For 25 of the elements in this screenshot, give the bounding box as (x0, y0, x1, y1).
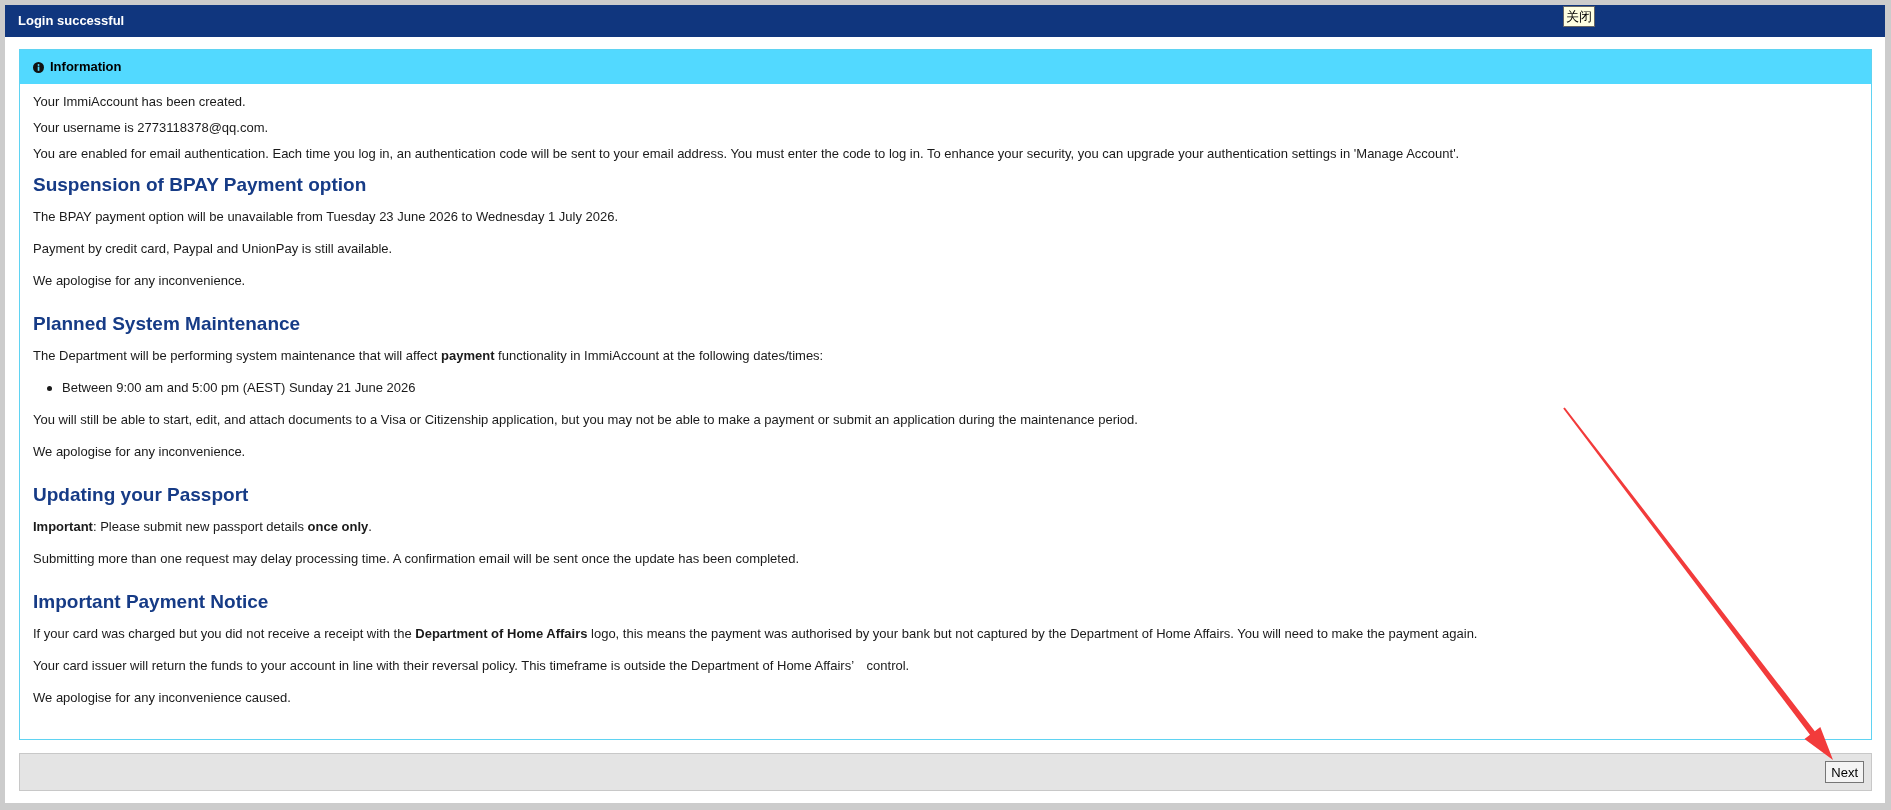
info-icon (33, 61, 44, 73)
paragraph: The Department will be performing system maintenance that will affect payment functionality in ImmiAccount at the following dates/times: (33, 347, 825, 365)
panel-title: Information (50, 58, 122, 77)
section-heading: Important Payment Notice (33, 590, 270, 614)
paragraph: Important: Please submit new passport details once only. (33, 518, 373, 536)
section-heading: Updating your Passport (33, 483, 250, 507)
paragraph: The BPAY payment option will be unavailable from Tuesday 23 June 2026 to Wednesday 1 July 2026. (33, 208, 620, 226)
paragraph: Submitting more than one request may delay processing time. A confirmation email will be sent once the update has been completed. (33, 550, 800, 568)
window-title: Login successful (18, 12, 125, 31)
section-heading: Planned System Maintenance (33, 312, 302, 336)
paragraph: If your card was charged but you did not receive a receipt with the Department of Home Affairs logo, this means the payment was authorised by your bank but not captured by the Department of Home Affairs. You will need to make the payment again. (33, 625, 1479, 643)
paragraph: We apologise for any inconvenience. (33, 443, 247, 461)
message-text: Your ImmiAccount has been created. (33, 93, 247, 111)
paragraph: Your card issuer will return the funds to your account in line with their reversal policy. This timeframe is outside the Department of Home Affairs’ control. (33, 657, 911, 675)
section-heading: Suspension of BPAY Payment option (33, 173, 368, 197)
message-text: Your username is 2773118378@qq.com. (33, 119, 270, 137)
paragraph: We apologise for any inconvenience. (33, 272, 247, 290)
paragraph: We apologise for any inconvenience caused. (33, 689, 292, 707)
message-text: You are enabled for email authentication. Each time you log in, an authentication code will be sent to your email address. You must enter the code to log in. To enhance your security, you can upgrade your authentication settings in 'Manage Account'. (33, 145, 1461, 163)
next-button[interactable]: Next (1825, 761, 1864, 783)
tooltip: 关闭 (1563, 6, 1595, 27)
paragraph: Payment by credit card, Paypal and UnionPay is still available. (33, 240, 394, 258)
bullet-icon (47, 385, 52, 391)
paragraph: You will still be able to start, edit, and attach documents to a Visa or Citizenship application, but you may not be able to make a payment or submit an application during the maintenance period. (33, 411, 1139, 429)
bullet-text: Between 9:00 am and 5:00 pm (AEST) Sunday 21 June 2026 (62, 379, 416, 397)
